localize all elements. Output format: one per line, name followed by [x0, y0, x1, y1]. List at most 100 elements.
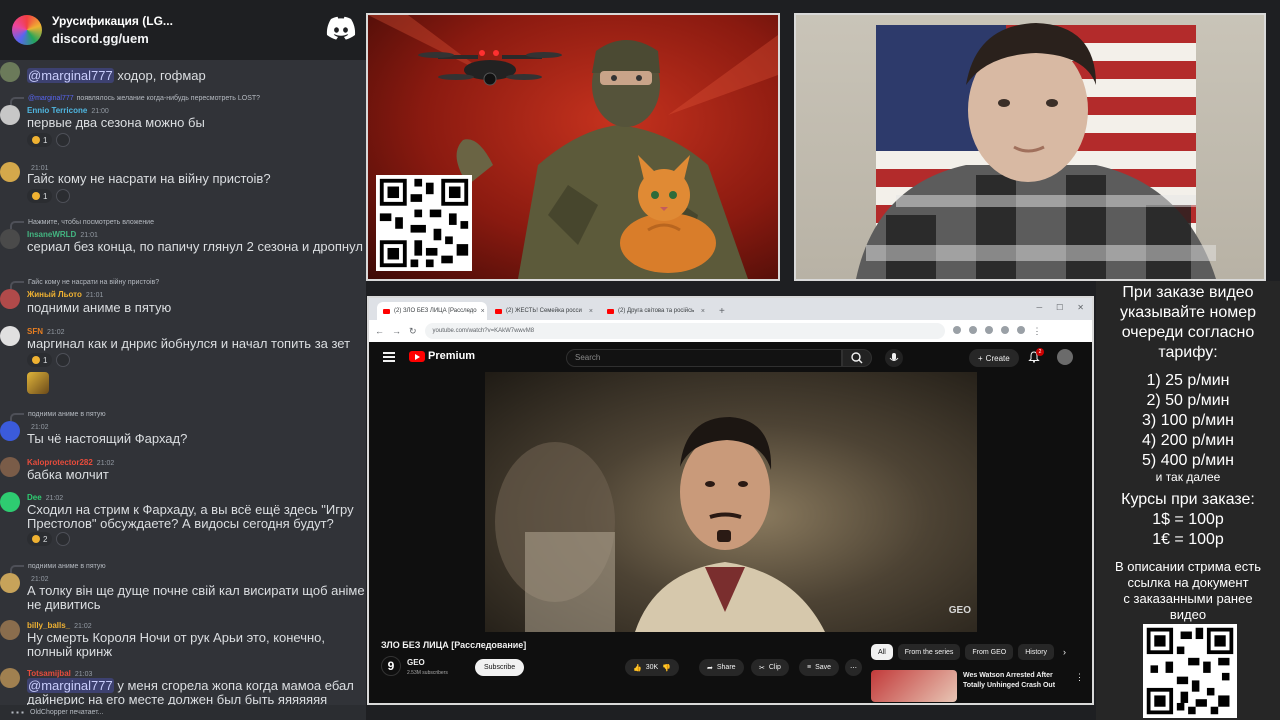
- tariff-item: 2) 50 р/мин: [1146, 392, 1230, 409]
- chevron-right-icon[interactable]: ›: [1063, 647, 1066, 657]
- avatar[interactable]: [0, 573, 20, 593]
- menu-kebab-icon[interactable]: ⋮: [1033, 326, 1042, 337]
- username[interactable]: Totsamijbal 21:03: [27, 669, 92, 678]
- search-button[interactable]: [842, 349, 872, 367]
- avatar[interactable]: [0, 457, 20, 477]
- description-note: ссылка на документ: [1127, 575, 1249, 590]
- account-avatar[interactable]: [1057, 349, 1073, 365]
- avatar[interactable]: [0, 668, 20, 688]
- reply-text: Гайс кому не насрати на війну пристоів?: [28, 278, 160, 286]
- chip-history[interactable]: History: [1018, 644, 1055, 660]
- share-button[interactable]: ➦ Share: [699, 659, 744, 676]
- username[interactable]: SFN 21:02: [27, 327, 65, 336]
- stream-layout: Урусификация (LG... discord.gg/uem @marg…: [0, 0, 1280, 720]
- message-list[interactable]: @marginal777 ходор, гофмар @marginal777 …: [0, 60, 366, 707]
- avatar[interactable]: [0, 620, 20, 640]
- browser-tab-bar: (2) ЗЛО БЕЗ ЛИЦА [Расследо × (2) ЖЕСТЬ! С…: [369, 298, 1092, 320]
- create-button[interactable]: + Create: [969, 349, 1019, 367]
- info-text: тарифу:: [1158, 344, 1218, 361]
- browser-tab[interactable]: (2) ЖЕСТЬ! Семейка росси ×: [489, 302, 599, 320]
- username[interactable]: Жиный Льото 21:01: [27, 290, 103, 299]
- reply-mention[interactable]: @marginal777: [28, 95, 74, 102]
- username[interactable]: InsaneWRLD 21:01: [27, 230, 98, 239]
- avatar[interactable]: [0, 289, 20, 309]
- emoji-icon: [32, 136, 40, 144]
- profile-icon[interactable]: [1016, 325, 1025, 334]
- search-input[interactable]: Search: [566, 349, 842, 367]
- extension-icon[interactable]: [968, 325, 977, 334]
- mention[interactable]: @marginal777: [27, 68, 114, 83]
- mention[interactable]: @marginal777: [27, 678, 114, 693]
- hamburger-menu-icon[interactable]: [383, 352, 395, 362]
- more-actions-icon[interactable]: ⋯: [845, 659, 862, 676]
- server-icon[interactable]: [12, 15, 42, 45]
- youtube-play-icon: [409, 350, 425, 362]
- reaction[interactable]: 1: [27, 189, 53, 203]
- add-reaction-icon[interactable]: [56, 353, 71, 367]
- avatar[interactable]: [0, 492, 20, 512]
- reply-preview[interactable]: @marginal777 появлялось желание когда-ни…: [10, 93, 260, 105]
- reaction[interactable]: 2: [27, 532, 53, 546]
- username[interactable]: 21:02: [27, 422, 49, 431]
- username[interactable]: 21:02: [27, 574, 49, 583]
- username[interactable]: Dee 21:02: [27, 493, 63, 502]
- avatar[interactable]: [0, 229, 20, 249]
- video-player[interactable]: GEO: [485, 372, 977, 632]
- reaction[interactable]: 1: [27, 133, 53, 147]
- reply-preview[interactable]: Нажмите, чтобы посмотреть вложение: [10, 217, 154, 229]
- save-button[interactable]: ≡ Save: [799, 659, 840, 676]
- reply-preview[interactable]: подними аниме в пятую: [10, 409, 106, 421]
- chip-from-the-series[interactable]: From the series: [897, 644, 961, 660]
- browser-tab[interactable]: (2) ЗЛО БЕЗ ЛИЦА [Расследо ×: [377, 302, 487, 320]
- video-watermark: GEO: [948, 605, 971, 616]
- reaction[interactable]: 1: [27, 353, 53, 367]
- voice-search-button[interactable]: [885, 349, 903, 367]
- browser-tab[interactable]: (2) Друга світова та російсь ×: [601, 302, 711, 320]
- channel-avatar[interactable]: 9: [381, 656, 401, 676]
- close-window-icon[interactable]: ✕: [1077, 303, 1084, 312]
- recommended-video-title[interactable]: Wes Watson Arrested After Totally Unhing…: [963, 671, 1073, 691]
- close-tab-icon[interactable]: ×: [589, 308, 593, 315]
- minimize-icon[interactable]: ─: [1036, 303, 1042, 312]
- username[interactable]: Kaloprotector282 21:02: [27, 458, 114, 467]
- extension-icon[interactable]: [984, 325, 993, 334]
- avatar[interactable]: [0, 162, 20, 182]
- extension-icon[interactable]: [1000, 325, 1009, 334]
- info-text: При заказе видео: [1122, 284, 1254, 301]
- maximize-icon[interactable]: ☐: [1056, 303, 1063, 312]
- extension-icon[interactable]: [952, 325, 961, 334]
- avatar[interactable]: [0, 421, 20, 441]
- avatar[interactable]: [0, 326, 20, 346]
- channel-name[interactable]: GEO: [407, 658, 425, 667]
- url-field[interactable]: youtube.com/watch?v=KAkW7wwvM8: [424, 323, 945, 339]
- like-dislike-button[interactable]: 👍 30K 👎: [625, 659, 679, 676]
- subscribe-button[interactable]: Subscribe: [475, 659, 525, 676]
- forward-icon[interactable]: →: [392, 326, 401, 336]
- thumbs-up-icon[interactable]: 👍: [633, 664, 642, 672]
- close-tab-icon[interactable]: ×: [481, 308, 485, 315]
- drone-icon: [418, 50, 562, 86]
- server-invite-link[interactable]: discord.gg/uem: [52, 31, 173, 46]
- avatar[interactable]: [0, 105, 20, 125]
- reload-icon[interactable]: ↻: [409, 326, 417, 337]
- close-tab-icon[interactable]: ×: [701, 308, 705, 315]
- reply-preview[interactable]: подними аниме в пятую: [10, 561, 106, 573]
- new-tab-icon[interactable]: +: [719, 306, 725, 317]
- youtube-logo[interactable]: Premium: [409, 350, 475, 362]
- typing-dots-icon: [10, 711, 24, 714]
- thumbs-down-icon[interactable]: 👎: [662, 664, 671, 672]
- more-options-icon[interactable]: ⋮: [1075, 672, 1084, 683]
- message-text: подними аниме в пятую: [27, 300, 172, 315]
- clip-button[interactable]: ✂ Clip: [751, 659, 789, 676]
- back-icon[interactable]: ←: [375, 326, 384, 336]
- chip-all[interactable]: All: [871, 644, 893, 660]
- recommended-video-thumbnail[interactable]: [871, 670, 957, 702]
- avatar[interactable]: [0, 62, 20, 82]
- username[interactable]: Ennio Terricone 21:00: [27, 106, 109, 115]
- chip-from-geo[interactable]: From GEO: [965, 644, 1014, 660]
- add-reaction-icon[interactable]: [56, 189, 71, 203]
- username[interactable]: billy_balls_ 21:02: [27, 621, 92, 630]
- add-reaction-icon[interactable]: [56, 133, 71, 147]
- reply-preview[interactable]: Гайс кому не насрати на війну пристоів?: [10, 277, 160, 289]
- add-reaction-icon[interactable]: [56, 532, 71, 546]
